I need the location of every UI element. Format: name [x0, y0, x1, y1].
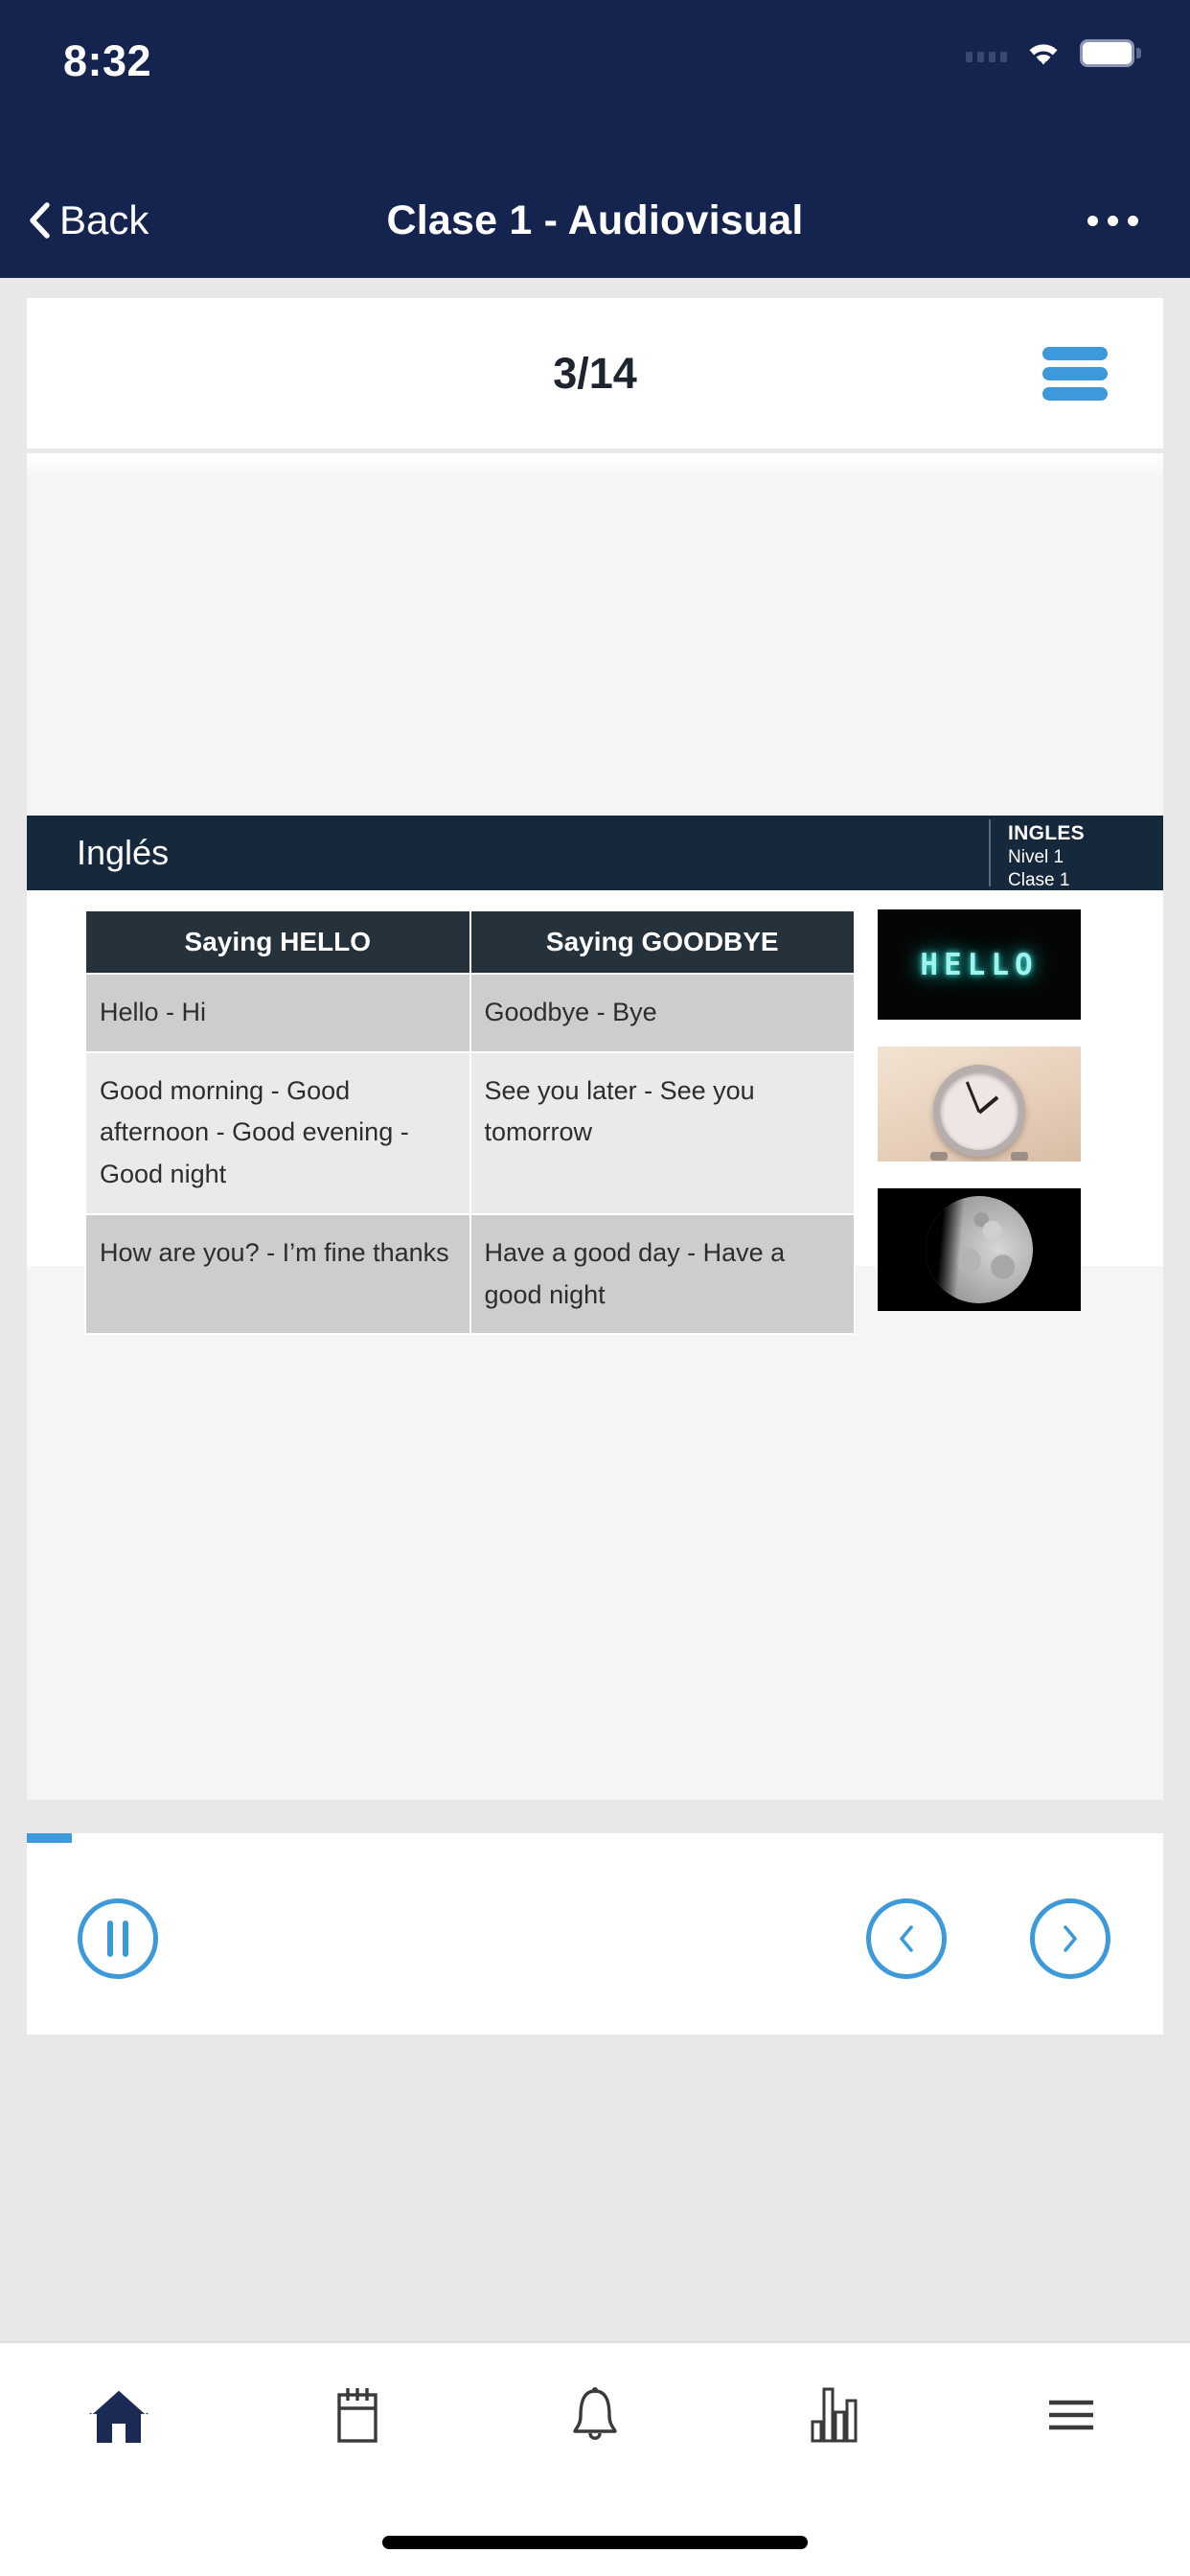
table-cell: See you later - See you tomorrow [469, 1050, 856, 1215]
pause-circle-icon[interactable] [78, 1898, 158, 1979]
slide-course-title: INGLES [1008, 822, 1085, 844]
page-counter-card: 3/14 [27, 298, 1163, 448]
bottom-tab-bar [0, 2341, 1190, 2576]
table-row: How are you? - I’m fine thanks Have a go… [84, 1212, 856, 1336]
hello-neon-sign-image: HELLO [878, 909, 1081, 1020]
chevron-left-glyph [898, 1924, 915, 1953]
chevron-right-glyph [1062, 1924, 1079, 1953]
slide-course-badge: INGLES Nivel 1 Clase 1 [991, 816, 1163, 890]
pause-bars [107, 1920, 128, 1957]
table-cell: Hello - Hi [84, 973, 471, 1053]
slide-content-body: Saying HELLO Saying GOODBYE Hello - Hi G… [27, 890, 1163, 1336]
player-controls-bar [27, 1843, 1163, 2035]
back-button[interactable]: Back [15, 163, 162, 278]
menu-icon [1038, 2383, 1105, 2451]
slide-subject-left: Inglés [27, 816, 989, 890]
slide-image-column: HELLO [878, 909, 1081, 1338]
slide-course-level: Nivel 1 [1008, 847, 1064, 867]
clock-face [933, 1065, 1025, 1158]
bar-chart-icon [799, 2383, 866, 2451]
slide-top-gradient [27, 453, 1163, 480]
calendar-icon [324, 2383, 391, 2451]
app-screen: 8:32 Back Clase 1 - Audiovisual 3/14 Ing… [0, 0, 1190, 2576]
navigation-bar: Back Clase 1 - Audiovisual [0, 163, 1190, 278]
table-row: Hello - Hi Goodbye - Bye [84, 973, 856, 1053]
tab-menu[interactable] [952, 2343, 1190, 2492]
battery-full-icon [1080, 38, 1141, 67]
chevron-left-circle-icon[interactable] [866, 1898, 947, 1979]
playback-progress-fill [27, 1833, 73, 1843]
slide-course-class: Clase 1 [1008, 870, 1070, 890]
slide-subject-name: Inglés [77, 833, 170, 872]
table-cell: Have a good day - Have a good night [469, 1212, 856, 1336]
table-cell: How are you? - I’m fine thanks [84, 1212, 471, 1336]
tab-statistics[interactable] [714, 2343, 951, 2492]
status-bar: 8:32 [0, 0, 1190, 163]
playback-progress-bar[interactable] [27, 1833, 1163, 1843]
tab-calendar[interactable] [238, 2343, 475, 2492]
clock-hour-hand [977, 1095, 999, 1115]
table-cell: Goodbye - Bye [469, 973, 856, 1053]
clock-foot-right [1010, 1152, 1028, 1161]
table-column-header-goodbye: Saying GOODBYE [469, 909, 856, 975]
chevron-right-circle-icon[interactable] [1030, 1898, 1110, 1979]
status-bar-time: 8:32 [63, 36, 152, 85]
greetings-table: Saying HELLO Saying GOODBYE Hello - Hi G… [84, 909, 856, 1336]
home-icon [85, 2383, 152, 2451]
alarm-clock-image [878, 1046, 1081, 1162]
back-button-label: Back [59, 197, 149, 242]
status-bar-indicators [966, 38, 1141, 67]
hamburger-menu-icon[interactable] [1042, 344, 1108, 403]
page-counter-label: 3/14 [553, 348, 637, 398]
slide-subject-header: Inglés INGLES Nivel 1 Clase 1 [27, 816, 1163, 890]
tab-notifications[interactable] [476, 2343, 714, 2492]
hello-neon-text: HELLO [920, 947, 1039, 982]
table-cell: Good morning - Good afternoon - Good eve… [84, 1050, 471, 1215]
signal-dots-icon [966, 43, 1007, 62]
clock-minute-hand [965, 1081, 981, 1114]
table-header-row: Saying HELLO Saying GOODBYE [84, 909, 856, 975]
chevron-left-icon [29, 202, 50, 239]
more-options-icon[interactable] [1070, 163, 1156, 278]
page-title: Clase 1 - Audiovisual [386, 196, 804, 243]
table-row: Good morning - Good afternoon - Good eve… [84, 1050, 856, 1215]
clock-foot-left [930, 1152, 949, 1161]
moon-image [878, 1188, 1081, 1311]
slide-viewer[interactable]: Inglés INGLES Nivel 1 Clase 1 Saying HEL… [27, 453, 1163, 1800]
tab-home[interactable] [0, 2343, 238, 2492]
moon-terminator [926, 1196, 1033, 1303]
table-column-header-hello: Saying HELLO [84, 909, 471, 975]
bell-icon [561, 2383, 629, 2451]
home-indicator[interactable] [382, 2536, 808, 2549]
wifi-icon [1023, 38, 1064, 67]
